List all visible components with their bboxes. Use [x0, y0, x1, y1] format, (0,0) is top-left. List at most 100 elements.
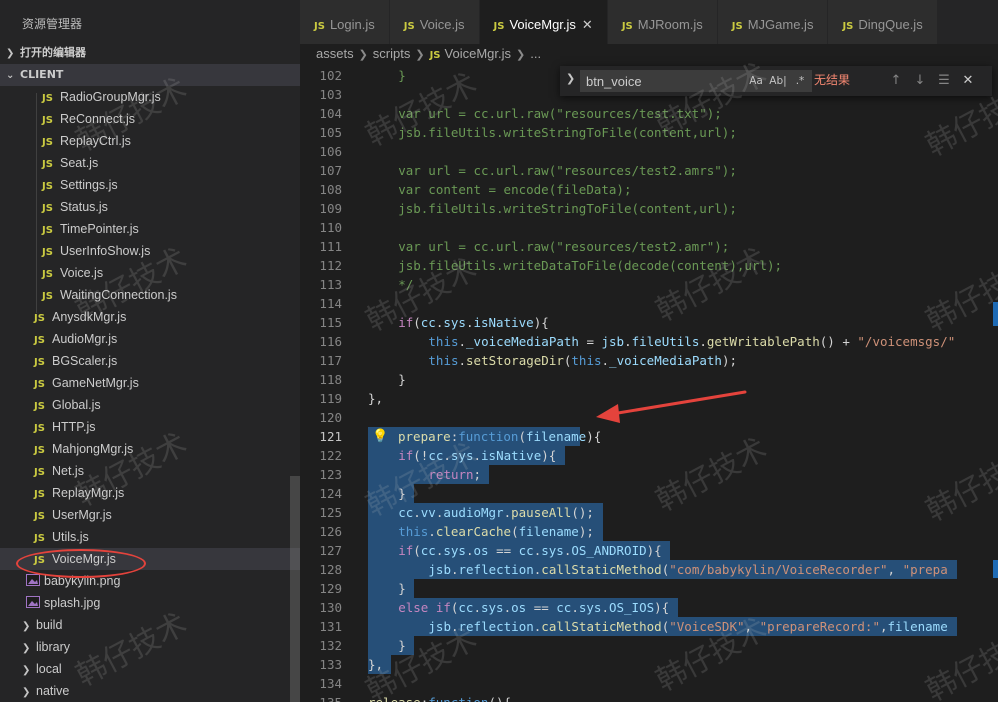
tab-file[interactable]: JS Voice.js — [389, 0, 480, 44]
js-file-icon: JS — [34, 445, 45, 456]
tree-file[interactable]: JS AudioMgr.js — [0, 328, 300, 350]
tree-file[interactable]: JS Seat.js — [0, 152, 300, 174]
code-line[interactable]: 124} — [300, 484, 998, 503]
code-line[interactable]: 129} — [300, 579, 998, 598]
tree-file[interactable]: JS Net.js — [0, 460, 300, 482]
close-icon[interactable]: ✕ — [582, 17, 593, 32]
code-line[interactable]: 133}, — [300, 655, 998, 674]
js-file-icon: JS — [42, 93, 53, 104]
chevron-right-icon: ❯ — [22, 643, 31, 654]
code-token: . — [473, 448, 482, 463]
code-line[interactable]: 105 jsb.fileUtils.writeStringToFile(conte… — [300, 123, 998, 142]
tree-file[interactable]: JS Global.js — [0, 394, 300, 416]
code-line[interactable]: 117 this.setStorageDir(this._voiceMediaPa… — [300, 351, 998, 370]
tree-file[interactable]: JS UserInfoShow.js — [0, 240, 300, 262]
tree-item-label: native — [36, 684, 70, 698]
tab-label: MJGame.js — [747, 17, 814, 32]
match-word-option[interactable]: Ab| — [768, 70, 788, 92]
breadcrumb-assets[interactable]: assets — [316, 46, 354, 61]
tree-file[interactable]: JS HTTP.js — [0, 416, 300, 438]
chevron-right-icon: ❯ — [516, 49, 526, 61]
code-line[interactable]: 115 if(cc.sys.isNative){ — [300, 313, 998, 332]
code-line[interactable]: 113 */ — [300, 275, 998, 294]
code-line[interactable]: 127 if(cc.sys.os == cc.sys.OS_ANDROID){ — [300, 541, 998, 560]
tree-file[interactable]: JS WaitingConnection.js — [0, 284, 300, 306]
tree-file[interactable]: JS RadioGroupMgr.js — [0, 86, 300, 108]
tree-file[interactable]: JS BGScaler.js — [0, 350, 300, 372]
js-file-icon: JS — [34, 533, 45, 544]
tree-folder[interactable]: ❯ native — [0, 680, 300, 702]
selection-highlight — [368, 617, 431, 636]
code-line[interactable]: 114 — [300, 294, 998, 313]
sidebar-scrollbar[interactable] — [290, 476, 300, 702]
tree-file[interactable]: splash.jpg — [0, 592, 300, 614]
tree-file[interactable]: JS GameNetMgr.js — [0, 372, 300, 394]
tab-file[interactable]: JS MJRoom.js — [607, 0, 718, 44]
code-token: */ — [398, 277, 414, 292]
tree-file[interactable]: JS Settings.js — [0, 174, 300, 196]
code-line[interactable]: 119}, — [300, 389, 998, 408]
line-number: 122 — [319, 448, 342, 463]
code-line[interactable]: 111 var url = cc.url.raw("resources/test2… — [300, 237, 998, 256]
toggle-replace-icon[interactable]: ❯ — [566, 72, 575, 85]
match-case-option[interactable]: Aa — [746, 70, 766, 92]
code-line[interactable]: 122 if(!cc.sys.isNative){ — [300, 446, 998, 465]
line-number: 127 — [319, 543, 342, 558]
editor-area: JS Login.js JS Voice.js JS VoiceMgr.js ✕ JS MJRo… — [300, 0, 998, 702]
tree-file[interactable]: JS ReplayMgr.js — [0, 482, 300, 504]
lightbulb-icon[interactable]: 💡 — [372, 427, 388, 446]
tab-file[interactable]: JS DingQue.js — [828, 0, 938, 44]
section-client[interactable]: ⌄ CLIENT — [0, 64, 300, 86]
next-match-icon[interactable]: ↓ — [910, 70, 930, 92]
code-line[interactable]: 110 — [300, 218, 998, 237]
close-icon[interactable]: ✕ — [958, 70, 978, 92]
tree-file[interactable]: JS Voice.js — [0, 262, 300, 284]
code-line[interactable]: 120 — [300, 408, 998, 427]
code-line[interactable]: 130 else if(cc.sys.os == cc.sys.OS_IOS){ — [300, 598, 998, 617]
tree-item-label: UserMgr.js — [52, 508, 112, 522]
code-line[interactable]: 132} — [300, 636, 998, 655]
code-editor[interactable]: 102} 103 104 var url = cc.url.raw("resource… — [300, 66, 998, 702]
tree-item-label: Voice.js — [60, 266, 104, 280]
breadcrumb-symbol[interactable]: ... — [530, 46, 541, 61]
tree-file[interactable]: JS Utils.js — [0, 526, 300, 548]
code-line[interactable]: 106 — [300, 142, 998, 161]
regex-option[interactable]: .* — [790, 70, 810, 92]
code-line[interactable]: 125 cc.vv.audioMgr.pauseAll(); — [300, 503, 998, 522]
section-open-editors[interactable]: ❯ 打开的编辑器 — [0, 42, 300, 64]
code-line[interactable]: 123 return; — [300, 465, 998, 484]
tree-file[interactable]: JS AnysdkMgr.js — [0, 306, 300, 328]
code-line[interactable]: 131 jsb.reflection.callStaticMethod("Voic… — [300, 617, 998, 636]
code-line[interactable]: 135 release:function(){ — [300, 693, 998, 702]
tree-file[interactable]: JS ReplayCtrl.js — [0, 130, 300, 152]
code-token: reflection — [458, 619, 534, 634]
breadcrumb-scripts[interactable]: scripts — [373, 46, 411, 61]
line-number: 134 — [319, 676, 342, 691]
code-line[interactable]: 109 jsb.fileUtils.writeStringToFile(conte… — [300, 199, 998, 218]
code-line[interactable]: 134 — [300, 674, 998, 693]
tree-folder[interactable]: ❯ build — [0, 614, 300, 636]
find-in-selection-icon[interactable]: ☰ — [934, 70, 954, 92]
code-line[interactable]: 107 var url = cc.url.raw("resources/test2… — [300, 161, 998, 180]
tree-folder[interactable]: ❯ local — [0, 658, 300, 680]
tree-file[interactable]: JS TimePointer.js — [0, 218, 300, 240]
tree-folder[interactable]: ❯ library — [0, 636, 300, 658]
code-line[interactable]: 121 prepare:function(filename){💡 — [300, 427, 998, 446]
code-line[interactable]: 108 var content = encode(fileData); — [300, 180, 998, 199]
code-line[interactable]: 112 jsb.fileUtils.writeDataToFile(decode(… — [300, 256, 998, 275]
tab-file[interactable]: JS VoiceMgr.js ✕ — [479, 0, 608, 44]
code-token: . — [601, 353, 610, 368]
code-line[interactable]: 116 this._voiceMediaPath = jsb.fileUtils.… — [300, 332, 998, 351]
tree-file[interactable]: JS UserMgr.js — [0, 504, 300, 526]
tree-file[interactable]: JS MahjongMgr.js — [0, 438, 300, 460]
previous-match-icon[interactable]: ↑ — [886, 70, 906, 92]
breadcrumb-file[interactable]: VoiceMgr.js — [445, 46, 511, 61]
code-line[interactable]: 104 var url = cc.url.raw("resources/test.… — [300, 104, 998, 123]
tab-file[interactable]: JS Login.js — [300, 0, 390, 44]
tab-file[interactable]: JS MJGame.js — [717, 0, 829, 44]
tree-file[interactable]: JS ReConnect.js — [0, 108, 300, 130]
tree-file[interactable]: JS Status.js — [0, 196, 300, 218]
code-line[interactable]: 118} — [300, 370, 998, 389]
code-line[interactable]: 126 this.clearCache(filename); — [300, 522, 998, 541]
code-line[interactable]: 128 jsb.reflection.callStaticMethod("com/… — [300, 560, 998, 579]
